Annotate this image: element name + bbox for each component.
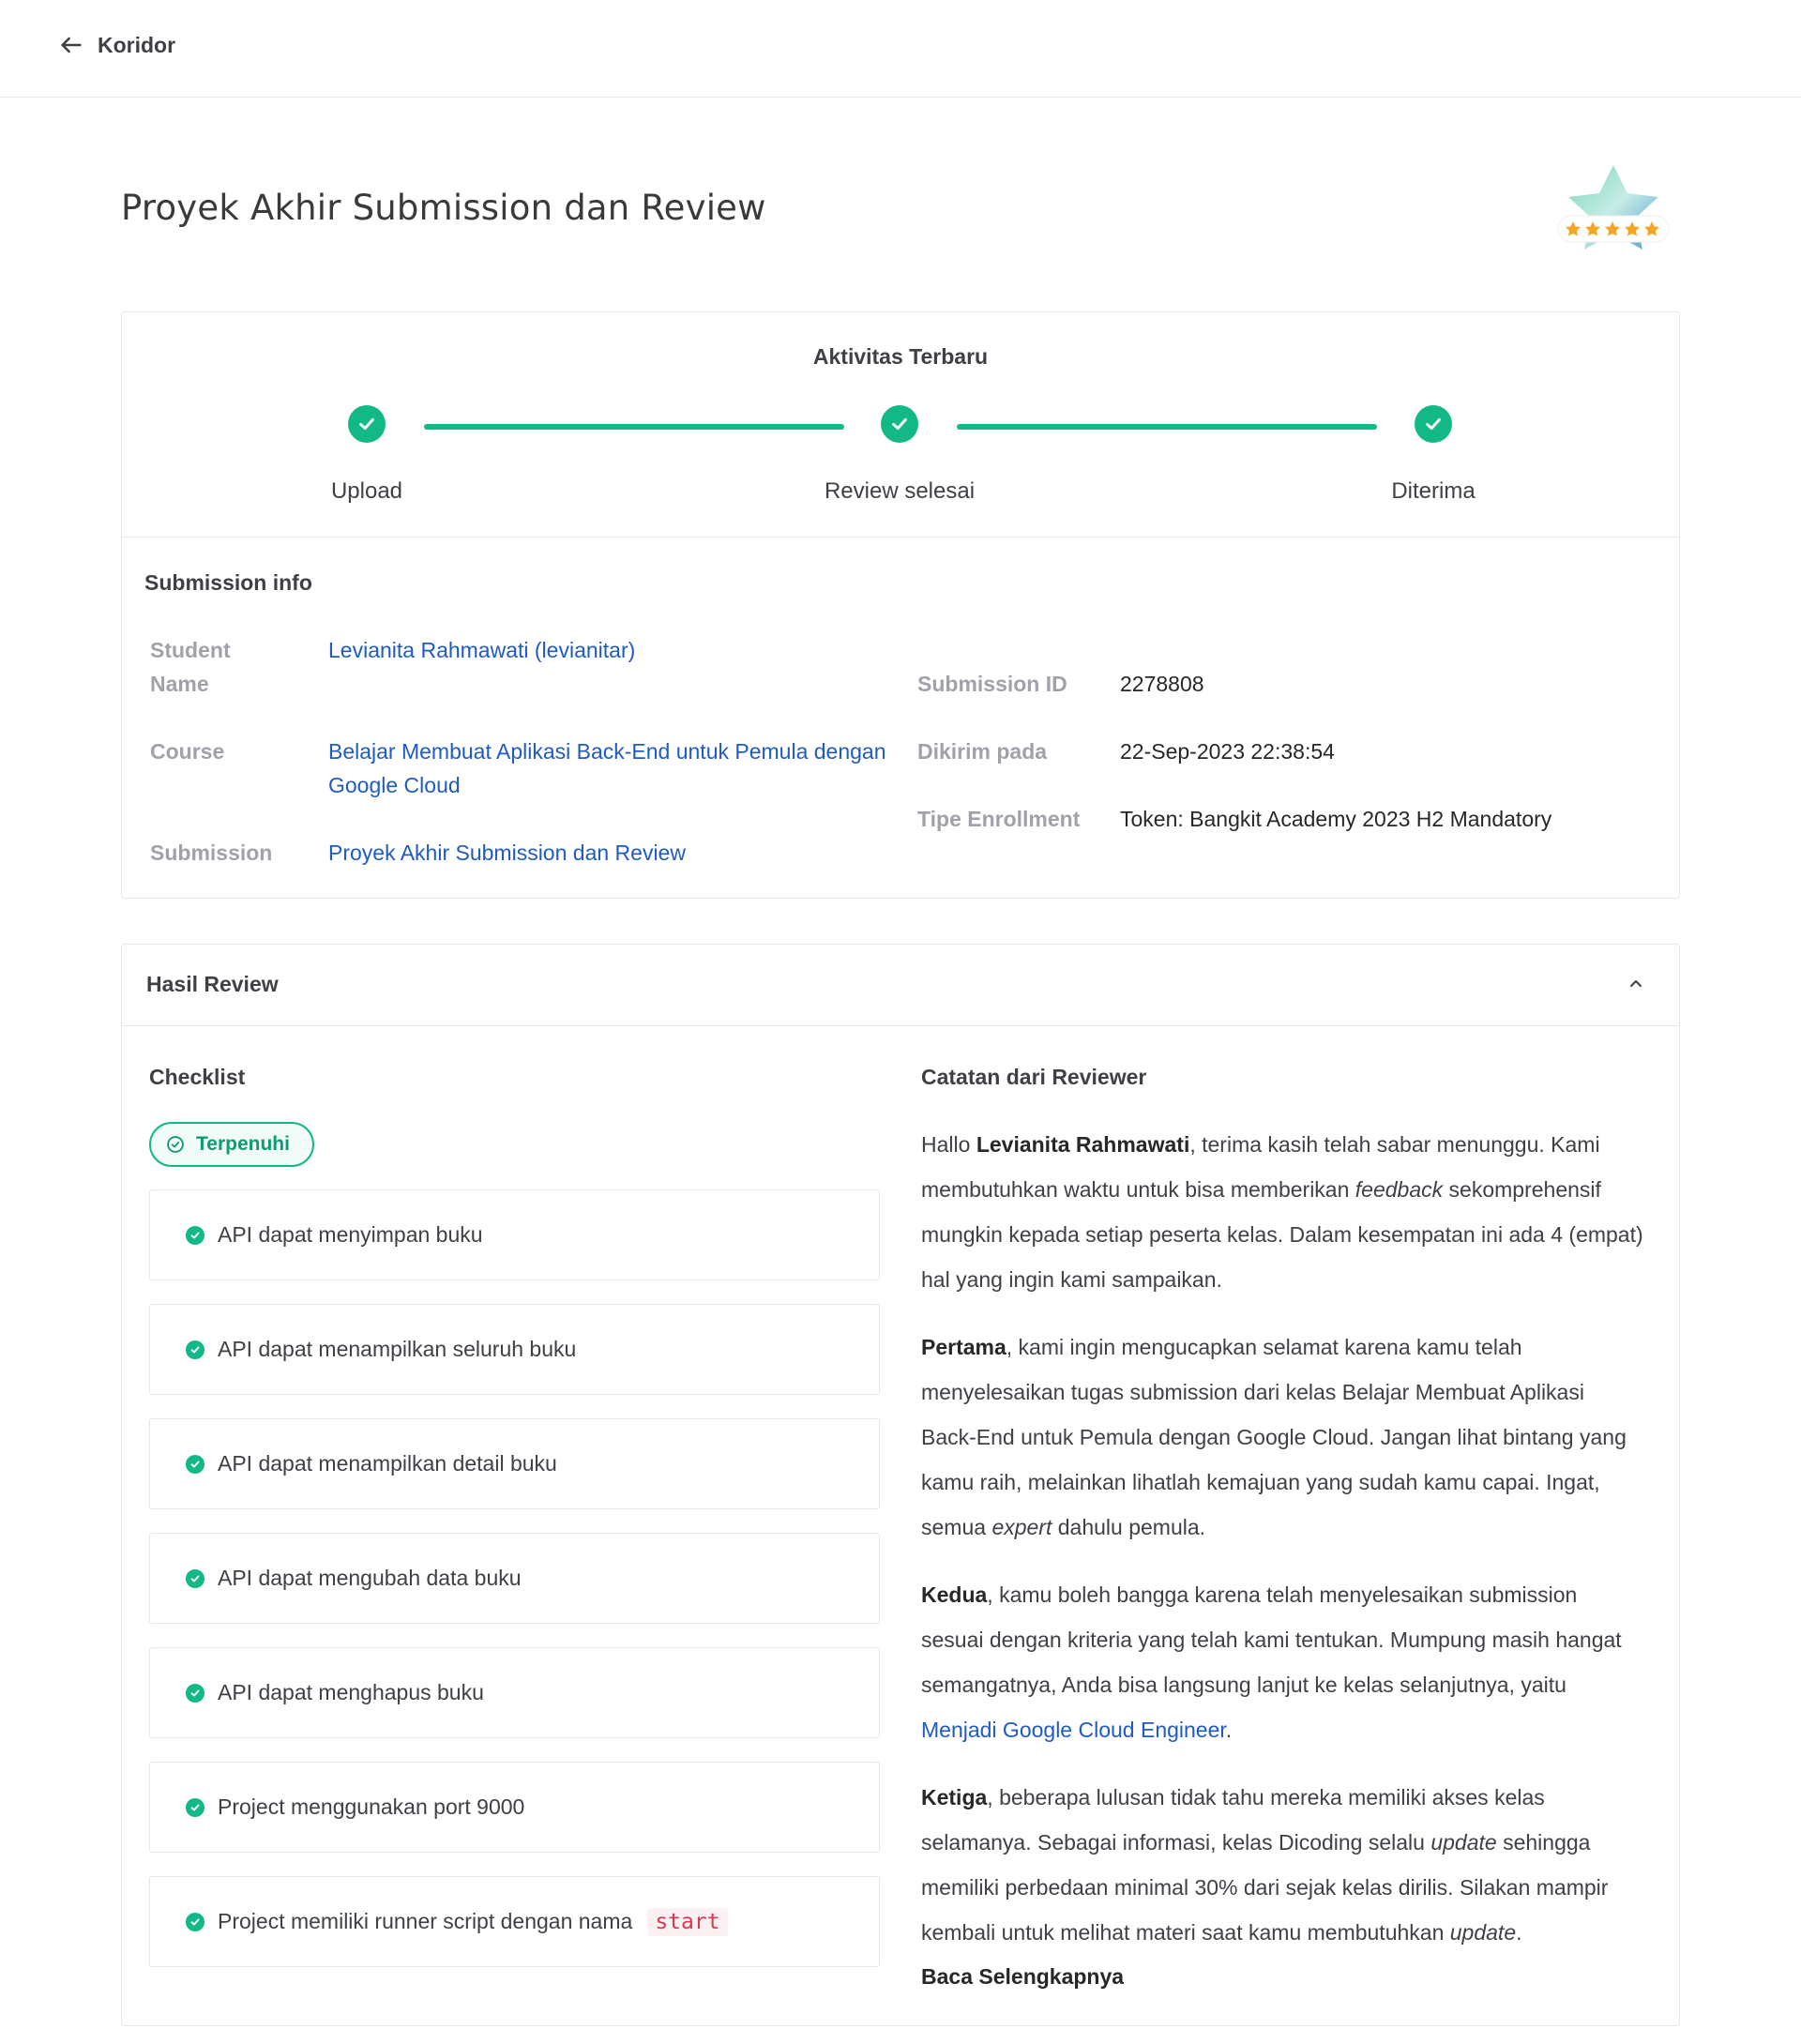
top-navbar: Koridor [0,0,1801,98]
checklist-item-label: API dapat menampilkan seluruh buku [218,1337,577,1361]
enrollment-type-label: Tipe Enrollment [917,807,1081,831]
inline-code: start [647,1907,728,1936]
back-link-label: Koridor [98,32,176,57]
next-class-link[interactable]: Menjadi Google Cloud Engineer [921,1718,1226,1742]
course-label: Course [150,739,225,764]
submission-label: Submission [150,840,273,865]
submission-id-label: Submission ID [917,672,1067,696]
sent-date-label: Dikirim pada [917,739,1048,764]
chevron-up-icon[interactable] [1625,972,1647,994]
arrow-left-icon [61,37,82,53]
student-name-label: Student Name [150,638,231,696]
checklist-item-label: Project menggunakan port 9000 [218,1794,525,1819]
reviewer-notes-title: Catatan dari Reviewer [921,1065,1147,1089]
reviewer-notes-body: Hallo Levianita Rahmawati, terima kasih … [921,1122,1643,1977]
check-icon [186,1225,204,1245]
checklist-item: API dapat menampilkan seluruh buku [149,1304,880,1395]
course-link[interactable]: Belajar Membuat Aplikasi Back-End untuk … [328,734,891,802]
step-review-check-icon [881,405,918,443]
status-badge-label: Terpenuhi [196,1133,290,1155]
check-icon [186,1797,204,1817]
check-icon [186,1340,204,1359]
submission-id-value: 2278808 [1120,672,1204,696]
activity-title: Aktivitas Terbaru [812,344,989,369]
check-circle-icon [167,1136,184,1153]
checklist-item-label: API dapat menampilkan detail buku [218,1451,557,1476]
read-more-link[interactable]: Baca Selengkapnya [921,1964,1124,1990]
step-label-upload: Upload [330,478,403,504]
step-connector-1 [424,424,844,430]
check-icon [186,1454,204,1474]
checklist-item: Project menggunakan port 9000 [149,1762,880,1853]
checklist-item: API dapat menyimpan buku [149,1189,880,1280]
sent-date-value: 22-Sep-2023 22:38:54 [1120,739,1335,764]
enrollment-type-value: Token: Bangkit Academy 2023 H2 Mandatory [1120,807,1552,831]
submission-info-title: Submission info [144,570,312,595]
check-icon [186,1912,204,1931]
submission-link[interactable]: Proyek Akhir Submission dan Review [328,836,686,870]
rating-star-badge-icon [1557,165,1670,250]
step-upload-check-icon [348,405,386,443]
step-accepted-check-icon [1415,405,1452,443]
checklist-item: API dapat mengubah data buku [149,1533,880,1624]
notes-paragraph: Ketiga, beberapa lulusan tidak tahu mere… [921,1785,1609,1945]
checklist-item-label: API dapat menyimpan buku [218,1222,483,1247]
checklist-item: API dapat menghapus buku [149,1647,880,1738]
check-icon [186,1568,204,1588]
checklist-item: Project memiliki runner script dengan na… [149,1876,880,1967]
review-section-title: Hasil Review [146,972,279,996]
status-badge: Terpenuhi [149,1122,314,1167]
notes-paragraph: Kedua, kamu boleh bangga karena telah me… [921,1582,1622,1742]
student-name-link[interactable]: Levianita Rahmawati (levianitar) [328,633,635,667]
page-title: Proyek Akhir Submission dan Review [121,188,766,228]
check-icon [186,1683,204,1703]
checklist-item-label: Project memiliki runner script dengan na… [218,1909,633,1933]
checklist-title: Checklist [149,1065,246,1089]
step-label-review: Review selesai [824,478,976,504]
checklist-item-label: API dapat menghapus buku [218,1680,484,1704]
back-to-koridor-link[interactable]: Koridor [58,32,175,58]
checklist-item: API dapat menampilkan detail buku [149,1418,880,1509]
review-header-divider [121,1025,1680,1026]
step-label-accepted: Diterima [1391,478,1476,504]
notes-paragraph: Pertama, kami ingin mengucapkan selamat … [921,1335,1627,1539]
notes-paragraph: Hallo Levianita Rahmawati, terima kasih … [921,1132,1643,1292]
step-connector-2 [957,424,1377,430]
checklist-item-label: API dapat mengubah data buku [218,1566,522,1590]
